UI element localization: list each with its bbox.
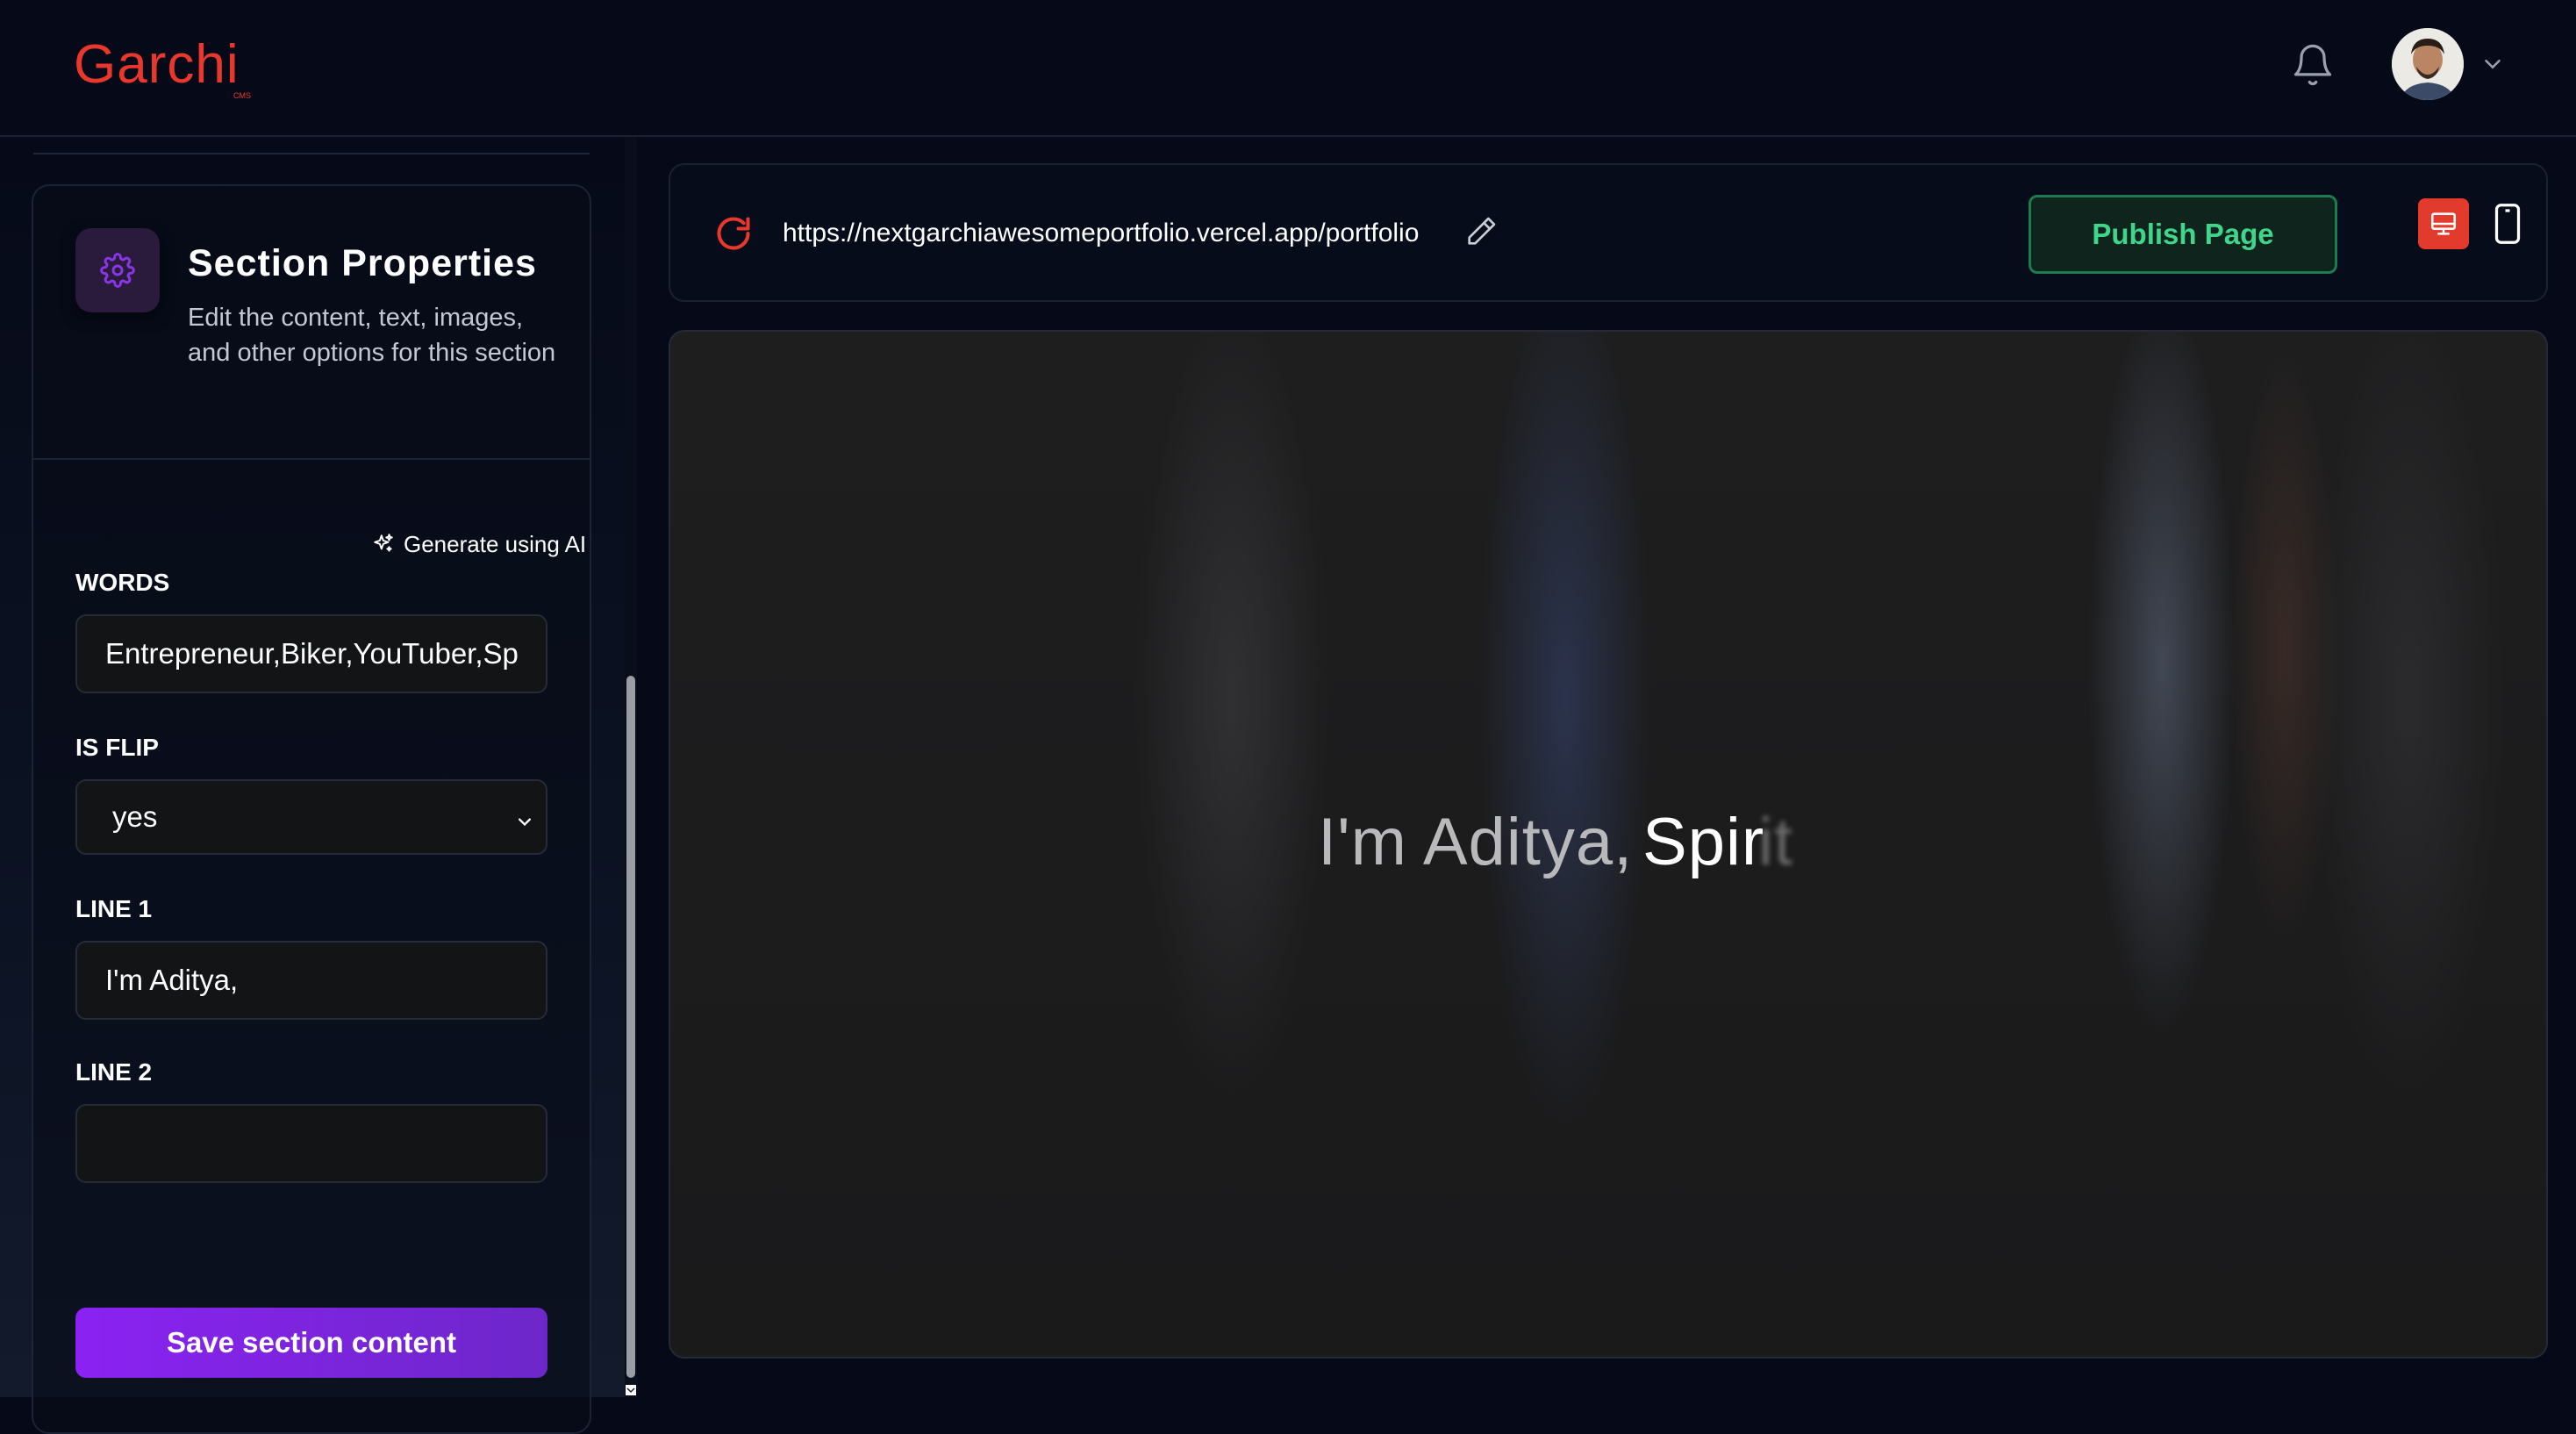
scroll-down-icon[interactable]	[625, 1383, 637, 1397]
publish-page-button[interactable]: Publish Page	[2029, 195, 2337, 274]
is-flip-label: IS FLIP	[75, 734, 159, 761]
top-header: Garchi CMS	[0, 0, 2576, 137]
logo[interactable]: Garchi	[74, 33, 240, 96]
avatar[interactable]	[2392, 28, 2464, 100]
refresh-icon[interactable]	[714, 214, 753, 253]
page-preview[interactable]: I'm Aditya, Spir it	[669, 330, 2548, 1359]
hero-flip-word-fading: it	[1758, 805, 1793, 879]
hero-line1: I'm Aditya,	[1318, 805, 1634, 879]
generate-ai-label: Generate using AI	[404, 530, 587, 557]
sidebar: Section Properties Edit the content, tex…	[0, 137, 625, 1434]
panel-header: Section Properties Edit the content, tex…	[33, 186, 590, 460]
save-section-button[interactable]: Save section content	[75, 1308, 547, 1378]
sparkles-icon	[374, 534, 393, 552]
panel-description: Edit the content, text, images, and othe…	[188, 304, 556, 367]
mobile-view-button[interactable]	[2490, 202, 2525, 246]
bell-icon[interactable]	[2290, 42, 2336, 88]
sidebar-scrollbar[interactable]	[625, 137, 637, 1397]
line2-label: LINE 2	[75, 1058, 153, 1086]
preview-toolbar: https://nextgarchiawesomeportfolio.verce…	[669, 163, 2548, 302]
is-flip-value: yes	[112, 800, 158, 833]
line2-input[interactable]	[75, 1104, 547, 1183]
words-label: WORDS	[75, 569, 170, 596]
logo-sub: CMS	[233, 91, 251, 100]
edit-url-icon[interactable]	[1463, 214, 1499, 249]
hero-flip-word: Spir	[1642, 805, 1765, 879]
preview-url: https://nextgarchiawesomeportfolio.verce…	[783, 219, 1420, 247]
generate-ai-button[interactable]: Generate using AI	[372, 528, 586, 560]
line1-input[interactable]: I'm Aditya,	[75, 941, 547, 1020]
panel-title: Section Properties	[188, 242, 537, 284]
line1-label: LINE 1	[75, 895, 153, 922]
mobile-icon	[2494, 204, 2521, 244]
gear-icon	[75, 228, 160, 312]
chevron-down-icon	[512, 807, 537, 832]
section-properties-panel: Section Properties Edit the content, tex…	[32, 184, 591, 1434]
desktop-view-button[interactable]	[2418, 198, 2469, 249]
is-flip-select[interactable]: yes	[75, 779, 547, 855]
words-input[interactable]: Entrepreneur,Biker,YouTuber,Sp	[75, 614, 547, 693]
chevron-down-icon[interactable]	[2479, 51, 2506, 77]
scrollbar-thumb[interactable]	[626, 676, 635, 1378]
divider	[33, 153, 590, 154]
desktop-icon	[2430, 212, 2457, 235]
